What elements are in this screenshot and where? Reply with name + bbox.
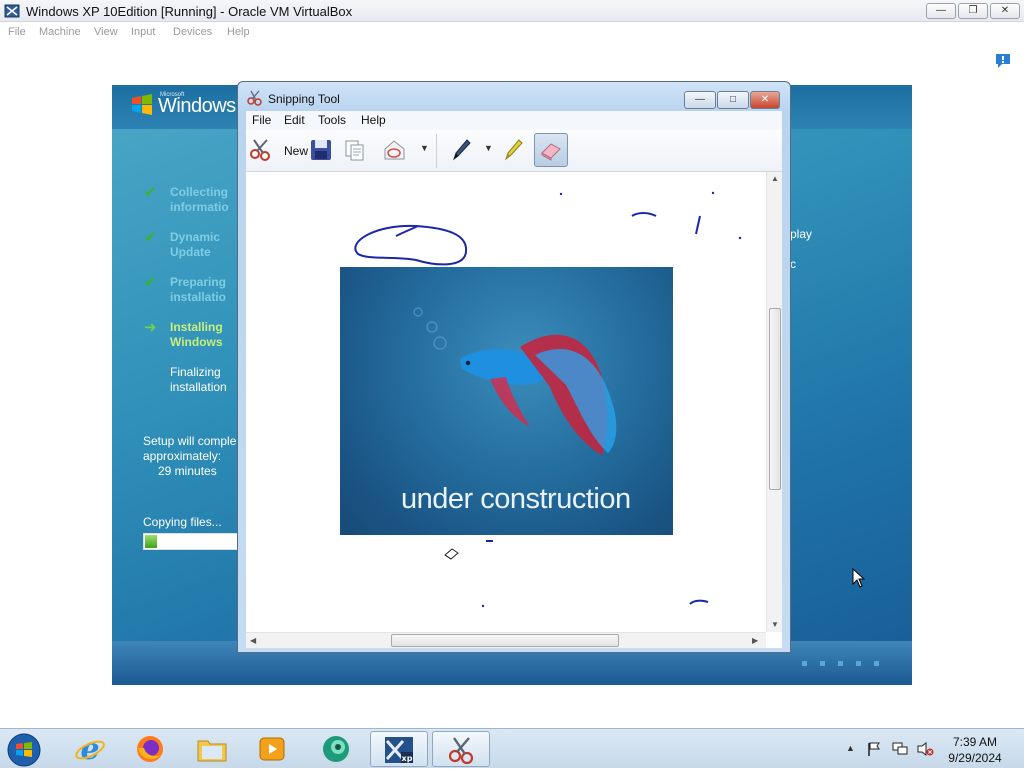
taskbar-media-player[interactable] (244, 731, 302, 767)
footer-dot (856, 661, 861, 666)
vbox-titlebar: Windows XP 10Edition [Running] - Oracle … (0, 0, 1024, 22)
setup-progress-fill (145, 535, 157, 548)
media-player-icon (259, 737, 285, 761)
checkmark-icon: ✔ (144, 274, 157, 291)
toolbar-separator (436, 134, 437, 168)
internet-explorer-icon: e (75, 734, 105, 764)
snip-menu-file[interactable]: File (252, 113, 271, 127)
vbox-menu-devices[interactable]: Devices (173, 26, 212, 38)
volume-muted-icon[interactable] (916, 741, 934, 757)
action-center-flag-icon[interactable] (866, 741, 882, 757)
vbox-menu-machine[interactable]: Machine (39, 26, 81, 38)
setup-progress-bar (143, 533, 243, 550)
taskbar-internet-explorer[interactable]: e (62, 731, 120, 767)
highlighter-icon[interactable] (500, 137, 526, 163)
snip-minimize-button[interactable]: — (684, 91, 716, 109)
green-app-icon (323, 736, 349, 762)
taskbar-snipping-tool[interactable] (432, 731, 490, 767)
virtualbox-xp-icon: xp (385, 737, 413, 763)
vbox-menu-input[interactable]: Input (131, 26, 155, 38)
snip-canvas[interactable]: under construction ▲ ▼ ◀ ▶ (246, 172, 782, 648)
snip-menu-tools[interactable]: Tools (318, 113, 346, 127)
new-snip-scissors-icon[interactable] (248, 137, 274, 163)
taskbar-file-explorer[interactable] (184, 731, 242, 767)
footer-dot (820, 661, 825, 666)
snip-close-button[interactable]: ✕ (750, 91, 780, 109)
snip-menu-edit[interactable]: Edit (284, 113, 305, 127)
network-icon[interactable] (891, 741, 909, 757)
windows-logo-icon (132, 94, 152, 115)
footer-dot (838, 661, 843, 666)
taskbar-virtualbox[interactable]: xp (370, 731, 428, 767)
checkmark-icon: ✔ (144, 229, 157, 246)
snip-menu-help[interactable]: Help (361, 113, 386, 127)
folder-icon (197, 740, 227, 762)
vbox-menubar: File Machine View Input Devices Help (0, 22, 1024, 42)
checkmark-icon: ✔ (144, 184, 157, 201)
scroll-down-arrow-icon[interactable]: ▼ (771, 620, 779, 629)
scissors-icon (247, 90, 262, 106)
mouse-pointer-icon (852, 568, 866, 588)
vbox-menu-file[interactable]: File (8, 26, 26, 38)
firefox-icon (137, 736, 163, 762)
horizontal-scroll-thumb[interactable] (391, 634, 619, 647)
scroll-up-arrow-icon[interactable]: ▲ (771, 174, 779, 183)
new-snip-button[interactable]: New (284, 144, 308, 158)
taskbar: e xp ▲ 7:39 AM 9/29/2024 (0, 728, 1024, 768)
copying-files-label: Copying files... (143, 515, 222, 529)
pen-annotations (354, 191, 742, 608)
show-hidden-icons-arrow-icon[interactable]: ▲ (846, 743, 855, 753)
save-icon[interactable] (308, 137, 334, 163)
start-button-windows-orb-icon[interactable] (4, 731, 44, 769)
vertical-scrollbar[interactable]: ▲ ▼ (766, 172, 782, 632)
taskbar-firefox[interactable] (122, 731, 180, 767)
vbox-restore-button[interactable]: ❐ (958, 3, 988, 19)
horizontal-scrollbar[interactable]: ◀ ▶ (246, 632, 766, 648)
clock-date[interactable]: 9/29/2024 (940, 751, 1010, 765)
copy-icon[interactable] (342, 137, 368, 163)
clock-time[interactable]: 7:39 AM (940, 735, 1010, 749)
snipping-tool-icon (448, 737, 474, 765)
send-snip-icon[interactable] (382, 137, 408, 163)
pen-icon[interactable] (448, 137, 474, 163)
vbox-window-title: Windows XP 10Edition [Running] - Oracle … (26, 4, 353, 19)
snipping-tool-title: Snipping Tool (268, 92, 340, 106)
scroll-left-arrow-icon[interactable]: ◀ (250, 636, 256, 645)
vbox-close-button[interactable]: ✕ (990, 3, 1020, 19)
snipping-tool-window: Snipping Tool — □ ✕ File Edit Tools Help… (237, 81, 791, 653)
scroll-right-arrow-icon[interactable]: ▶ (752, 636, 758, 645)
snip-maximize-button[interactable]: □ (717, 91, 749, 109)
svg-text:xp: xp (402, 754, 413, 763)
svg-text:e: e (80, 734, 99, 764)
vbox-minimize-button[interactable]: — (926, 3, 956, 19)
taskbar-app-green[interactable] (308, 731, 366, 767)
snip-menubar: File Edit Tools Help (246, 111, 782, 130)
footer-dot (874, 661, 879, 666)
vertical-scroll-thumb[interactable] (769, 308, 781, 490)
logo-windows-text: Windows (158, 95, 236, 117)
pen-dropdown-arrow-icon[interactable]: ▼ (484, 143, 493, 153)
footer-dot (802, 661, 807, 666)
eraser-icon (541, 143, 561, 161)
notification-icon[interactable] (994, 52, 1012, 70)
snip-toolbar: New ▼ ▼ (246, 130, 782, 172)
virtualbox-icon (4, 4, 20, 18)
eraser-cursor-icon (444, 548, 459, 560)
send-dropdown-arrow-icon[interactable]: ▼ (420, 143, 429, 153)
setup-right-text: play (790, 227, 813, 241)
arrow-right-icon: ➜ (144, 319, 157, 336)
eraser-button[interactable] (534, 133, 568, 167)
time-remaining-minutes: 29 minutes (158, 464, 217, 478)
vbox-menu-view[interactable]: View (94, 26, 118, 38)
vbox-menu-help[interactable]: Help (227, 26, 250, 38)
